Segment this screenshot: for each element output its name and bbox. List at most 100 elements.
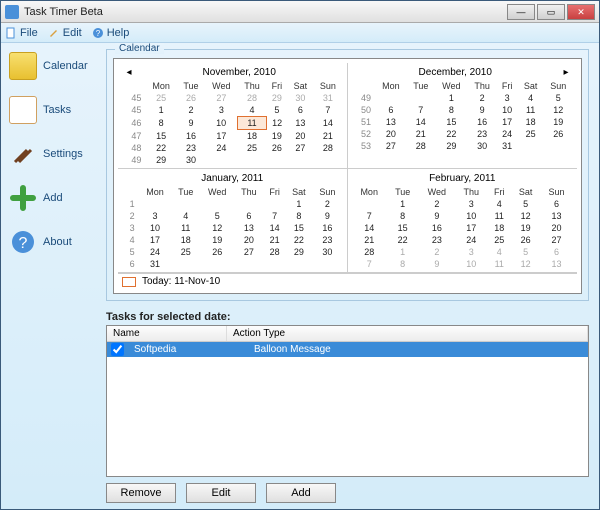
calendar-day[interactable]: 12 (544, 104, 573, 116)
sidebar-item-tasks[interactable]: Tasks (5, 93, 102, 127)
add-button[interactable]: Add (266, 483, 336, 503)
calendar-day[interactable]: 8 (387, 210, 419, 222)
calendar-day[interactable] (139, 198, 172, 210)
sidebar-item-settings[interactable]: Settings (5, 137, 102, 171)
prev-month-button[interactable]: ◂ (122, 67, 136, 78)
calendar-day[interactable]: 15 (387, 222, 419, 234)
calendar-day[interactable]: 19 (544, 116, 573, 128)
calendar-day[interactable]: 3 (455, 198, 487, 210)
calendar-day[interactable]: 22 (435, 128, 468, 140)
calendar-day[interactable]: 25 (487, 234, 511, 246)
calendar-day[interactable]: 8 (435, 104, 468, 116)
calendar-day[interactable]: 1 (435, 92, 468, 104)
calendar-day[interactable]: 4 (487, 198, 511, 210)
calendar-day[interactable]: 9 (177, 117, 205, 130)
calendar-day[interactable]: 20 (234, 234, 264, 246)
calendar-day[interactable]: 30 (312, 246, 342, 258)
calendar-day[interactable] (518, 140, 544, 152)
sidebar-item-calendar[interactable]: Calendar (5, 49, 102, 83)
calendar-day[interactable] (200, 198, 234, 210)
calendar-day[interactable] (171, 258, 200, 270)
calendar-day[interactable]: 7 (407, 104, 435, 116)
calendar-day[interactable]: 27 (205, 92, 238, 104)
calendar-day[interactable]: 10 (455, 210, 487, 222)
calendar-day[interactable]: 30 (177, 154, 205, 166)
calendar-day[interactable]: 18 (238, 130, 267, 143)
calendar-day[interactable]: 14 (352, 222, 387, 234)
calendar-day[interactable] (264, 198, 286, 210)
calendar-day[interactable] (407, 92, 435, 104)
task-checkbox[interactable] (111, 343, 124, 356)
calendar-day[interactable]: 6 (540, 246, 573, 258)
calendar-day[interactable]: 26 (511, 234, 540, 246)
calendar-day[interactable]: 6 (540, 198, 573, 210)
calendar-day[interactable]: 3 (455, 246, 487, 258)
calendar-day[interactable]: 24 (496, 128, 517, 140)
calendar-day[interactable]: 11 (487, 258, 511, 270)
calendar-day[interactable] (313, 154, 342, 166)
calendar-day[interactable]: 25 (145, 92, 176, 104)
calendar-day[interactable]: 12 (200, 222, 234, 234)
calendar-day[interactable]: 16 (177, 130, 205, 143)
calendar-day[interactable]: 28 (352, 246, 387, 258)
calendar-day[interactable] (200, 258, 234, 270)
calendar-day[interactable]: 5 (200, 210, 234, 222)
calendar-day[interactable]: 21 (313, 130, 342, 143)
calendar-day[interactable]: 28 (264, 246, 286, 258)
calendar-day[interactable] (286, 258, 313, 270)
calendar-day[interactable]: 6 (234, 210, 264, 222)
calendar-day[interactable]: 4 (171, 210, 200, 222)
calendar-day[interactable]: 10 (139, 222, 172, 234)
calendar-day[interactable]: 19 (266, 130, 287, 143)
calendar-day[interactable]: 3 (139, 210, 172, 222)
calendar-day[interactable]: 9 (418, 258, 455, 270)
calendar-day[interactable]: 20 (288, 130, 314, 143)
calendar-day[interactable]: 4 (487, 246, 511, 258)
calendar-day[interactable]: 15 (286, 222, 313, 234)
calendar-day[interactable]: 10 (455, 258, 487, 270)
calendar-day[interactable] (352, 198, 387, 210)
today-row[interactable]: Today: 11-Nov-10 (118, 273, 577, 289)
calendar-day[interactable] (238, 154, 267, 166)
calendar-day[interactable]: 29 (435, 140, 468, 152)
calendar-day[interactable]: 13 (234, 222, 264, 234)
col-name[interactable]: Name (107, 326, 227, 341)
calendar-day[interactable]: 4 (238, 104, 267, 117)
sidebar-item-about[interactable]: ? About (5, 225, 102, 259)
calendar-day[interactable]: 7 (313, 104, 342, 117)
calendar-day[interactable]: 2 (312, 198, 342, 210)
calendar-day[interactable]: 19 (200, 234, 234, 246)
calendar-day[interactable]: 28 (313, 142, 342, 154)
calendar-day[interactable]: 20 (540, 222, 573, 234)
calendar-day[interactable]: 31 (496, 140, 517, 152)
calendar-day[interactable]: 14 (407, 116, 435, 128)
calendar-day[interactable]: 10 (205, 117, 238, 130)
calendar-day[interactable]: 29 (145, 154, 176, 166)
calendar-day[interactable]: 11 (171, 222, 200, 234)
calendar-day[interactable]: 22 (145, 142, 176, 154)
calendar-day[interactable] (544, 140, 573, 152)
remove-button[interactable]: Remove (106, 483, 176, 503)
calendar-day[interactable]: 23 (312, 234, 342, 246)
calendar-day[interactable]: 12 (266, 117, 287, 130)
calendar-day[interactable]: 22 (286, 234, 313, 246)
calendar-day[interactable]: 16 (468, 116, 497, 128)
calendar-day[interactable]: 1 (387, 246, 419, 258)
calendar-day[interactable]: 14 (264, 222, 286, 234)
menu-help[interactable]: ? Help (92, 27, 130, 39)
calendar-day[interactable] (312, 258, 342, 270)
calendar-day[interactable] (171, 198, 200, 210)
calendar-day[interactable]: 13 (540, 258, 573, 270)
calendar-day[interactable]: 17 (496, 116, 517, 128)
calendar-day[interactable]: 28 (407, 140, 435, 152)
calendar-day[interactable]: 5 (511, 198, 540, 210)
calendar-day[interactable]: 24 (455, 234, 487, 246)
calendar-day[interactable]: 15 (435, 116, 468, 128)
calendar-day[interactable] (375, 92, 407, 104)
calendar-day[interactable]: 27 (540, 234, 573, 246)
calendar-day[interactable]: 7 (264, 210, 286, 222)
calendar-day[interactable]: 3 (496, 92, 517, 104)
calendar-day[interactable]: 10 (496, 104, 517, 116)
calendar-day[interactable]: 17 (205, 130, 238, 143)
calendar-day[interactable]: 27 (375, 140, 407, 152)
